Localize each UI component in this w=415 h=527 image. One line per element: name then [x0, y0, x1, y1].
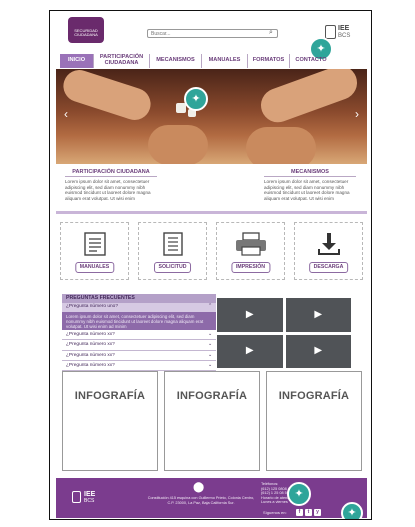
infographic-card[interactable]: INFOGRAFÍA	[62, 371, 158, 471]
twitter-icon[interactable]: t	[305, 509, 312, 516]
hero-image-hand	[246, 127, 316, 164]
video-grid: ▶ ▶ ▶ ▶	[217, 298, 351, 368]
resource-tiles: MANUALES SOLICITUD IMPRESIÓN DESCARGA	[60, 222, 363, 282]
video-thumbnail[interactable]: ▶	[217, 298, 283, 332]
chevron-up-icon: ⌃	[207, 304, 212, 310]
hero-carousel[interactable]: ‹ › ✦	[56, 69, 367, 164]
faq-answer: Lorem ipsum dolor sit amet, consectetuer…	[62, 312, 216, 330]
location-pin-icon: ⬤	[193, 482, 205, 493]
chevron-down-icon: ⌄	[207, 342, 212, 348]
page-frame: SECURIDAD CIUDADANA ⌕ IEE BCS ✦ INICIO P…	[49, 10, 372, 520]
brand-sub: BCS	[338, 33, 351, 39]
infographic-row: INFOGRAFÍA INFOGRAFÍA INFOGRAFÍA	[62, 371, 362, 473]
manual-icon	[78, 231, 112, 257]
hero-image-hand	[256, 69, 362, 128]
nav-item-inicio[interactable]: INICIO	[60, 54, 94, 68]
play-icon: ▶	[245, 345, 254, 357]
pin-icon[interactable]: ✦	[184, 87, 208, 111]
play-icon: ▶	[314, 345, 323, 357]
chevron-down-icon: ⌄	[207, 362, 212, 368]
faq-question[interactable]: ¿Pregunta número xx? ⌄	[62, 340, 216, 351]
hero-image-hand	[148, 125, 208, 164]
youtube-icon[interactable]: y	[314, 509, 321, 516]
site-logo[interactable]: SECURIDAD CIUDADANA	[68, 17, 104, 43]
nav-label: INICIO	[67, 57, 86, 64]
video-thumbnail[interactable]: ▶	[217, 334, 283, 368]
section-mecanismos: MECANISMOS Lorem ipsum dolor sit amet, c…	[264, 169, 356, 201]
section-text: Lorem ipsum dolor sit amet, consectetuer…	[65, 179, 151, 201]
faq-question[interactable]: ¿Pregunta número xx? ⌄	[62, 351, 216, 361]
site-logo-text: SECURIDAD CIUDADANA	[74, 28, 98, 37]
nav-item-manuales[interactable]: MANUALES	[202, 54, 248, 68]
carousel-next-icon[interactable]: ›	[355, 107, 359, 121]
impresion-button[interactable]: IMPRESIÓN	[230, 261, 271, 273]
faq-question-label: ¿Pregunta número xx?	[66, 332, 115, 337]
infographic-card[interactable]: INFOGRAFÍA	[266, 371, 362, 471]
chevron-down-icon: ⌄	[207, 352, 212, 358]
nav-item-formatos[interactable]: FORMATOS	[248, 54, 290, 68]
pin-icon[interactable]: ✦	[287, 482, 311, 506]
hero-image-hand	[59, 69, 155, 125]
nav-item-participacion[interactable]: PARTICIPACIÓN CIUDADANA	[94, 54, 150, 68]
nav-label: CONTACTO	[295, 57, 327, 64]
divider	[56, 211, 367, 214]
faq-question-label: ¿Pregunta número xx?	[66, 352, 115, 358]
descarga-button[interactable]: DESCARGA	[308, 261, 349, 273]
nav-label: MANUALES	[208, 57, 241, 64]
search-icon[interactable]: ⌕	[269, 29, 273, 37]
footer-address: Constitución 415 esquina con Guillermo P…	[147, 496, 255, 505]
footer-logo[interactable]: IEE BCS	[72, 491, 112, 505]
intro-sections: PARTICIPACIÓN CIUDADANA Lorem ipsum dolo…	[62, 169, 362, 209]
faq-question[interactable]: ¿Pregunta número xx? ⌄	[62, 361, 216, 372]
section-participacion: PARTICIPACIÓN CIUDADANA Lorem ipsum dolo…	[65, 169, 157, 201]
pin-icon[interactable]: ✦	[341, 502, 363, 519]
solicitud-button[interactable]: SOLICITUD	[153, 261, 192, 273]
carousel-prev-icon[interactable]: ‹	[64, 107, 68, 121]
nav-item-mecanismos[interactable]: MECANISMOS	[150, 54, 202, 68]
faq-question-open[interactable]: ¿Pregunta número uno? ⌃	[62, 303, 216, 312]
tile-solicitud[interactable]: SOLICITUD	[138, 222, 207, 280]
nav-label: MECANISMOS	[156, 57, 195, 64]
faq-question[interactable]: ¿Pregunta número xx? ⌄	[62, 330, 216, 341]
video-thumbnail[interactable]: ▶	[285, 334, 351, 368]
faq-question-label: ¿Pregunta número uno?	[66, 304, 118, 310]
lock-icon	[325, 25, 336, 39]
footer-brand: IEE	[84, 491, 96, 498]
nav-label: PARTICIPACIÓN CIUDADANA	[99, 54, 144, 66]
tile-descarga[interactable]: DESCARGA	[294, 222, 363, 280]
download-icon	[312, 231, 346, 257]
chevron-down-icon: ⌄	[207, 332, 212, 337]
video-thumbnail[interactable]: ▶	[285, 298, 351, 332]
faq-question-label: ¿Pregunta número xx?	[66, 362, 115, 368]
document-icon	[156, 231, 190, 257]
facebook-icon[interactable]: f	[296, 509, 303, 516]
search-input[interactable]	[147, 29, 278, 38]
main-nav: INICIO PARTICIPACIÓN CIUDADANA MECANISMO…	[60, 54, 365, 68]
tile-manuales[interactable]: MANUALES	[60, 222, 129, 280]
section-text: Lorem ipsum dolor sit amet, consectetuer…	[264, 179, 350, 201]
play-icon: ▶	[245, 308, 254, 320]
footer: IEE BCS ⬤ Constitución 415 esquina con G…	[56, 478, 367, 519]
tile-impresion[interactable]: IMPRESIÓN	[216, 222, 285, 280]
footer-brand-sub: BCS	[84, 498, 95, 504]
nav-item-contacto[interactable]: CONTACTO	[290, 54, 332, 68]
section-title[interactable]: PARTICIPACIÓN CIUDADANA	[65, 169, 157, 177]
nav-label: FORMATOS	[252, 57, 285, 64]
lock-icon	[72, 491, 81, 503]
social-links: f t y	[296, 509, 321, 516]
printer-icon	[234, 231, 268, 257]
faq-title: PREGUNTAS FRECUENTES	[62, 294, 216, 304]
brand-name: IEE	[338, 25, 350, 32]
manuales-button[interactable]: MANUALES	[74, 261, 115, 273]
faq-question-label: ¿Pregunta número xx?	[66, 342, 115, 348]
play-icon: ▶	[314, 308, 323, 320]
follow-label: Síguenos en:	[263, 510, 287, 515]
infographic-card[interactable]: INFOGRAFÍA	[164, 371, 260, 471]
contact-line: Lunes a viernes	[261, 500, 288, 505]
section-title[interactable]: MECANISMOS	[264, 169, 356, 177]
faq-panel: PREGUNTAS FRECUENTES ¿Pregunta número un…	[62, 294, 216, 372]
